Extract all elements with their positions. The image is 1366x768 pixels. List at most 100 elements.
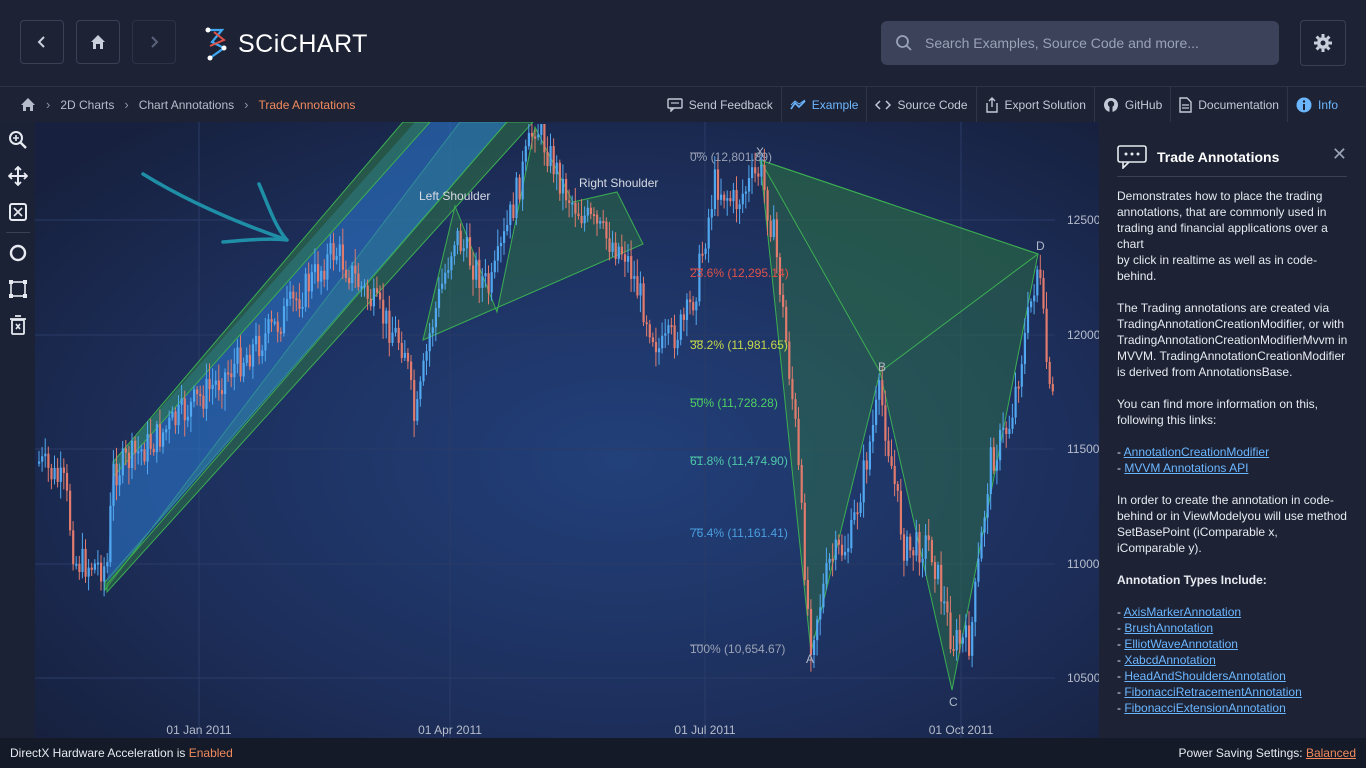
- right-shoulder-label: Right Shoulder: [579, 176, 658, 190]
- annotation-types-heading: Annotation Types Include:: [1117, 573, 1267, 587]
- delete-annotations-button[interactable]: [0, 307, 35, 343]
- fib-level-label: 38.2% (11,981.65): [690, 338, 788, 352]
- annotation-type-link[interactable]: AxisMarkerAnnotation: [1124, 605, 1241, 619]
- left-shoulder-label: Left Shoulder: [419, 189, 490, 203]
- info-panel-title: Trade Annotations: [1157, 149, 1280, 165]
- y-axis-tick-label: 12000: [1067, 328, 1099, 342]
- candlestick: [800, 459, 803, 510]
- annotation-type-link[interactable]: BrushAnnotation: [1124, 621, 1213, 635]
- search-input[interactable]: [923, 34, 1257, 52]
- zoom-tool-button[interactable]: [0, 122, 35, 158]
- chart-surface[interactable]: 0% (12,801.89)23.6% (12,295.14)38.2% (11…: [35, 121, 1101, 738]
- annotation-type-link[interactable]: FibonacciRetracementAnnotation: [1124, 685, 1301, 699]
- list-item: - ElliotWaveAnnotation: [1117, 637, 1238, 651]
- description-paragraph: The Trading annotations are created via …: [1117, 301, 1348, 379]
- breadcrumb-separator: ›: [124, 97, 129, 112]
- logo-text: SCiCHART: [238, 29, 368, 58]
- breadcrumb-item-2d-charts[interactable]: 2D Charts: [60, 98, 114, 112]
- chevron-left-icon: [37, 36, 45, 48]
- hardware-acceleration-value: Enabled: [188, 746, 233, 760]
- candlestick: [642, 276, 645, 327]
- search-box[interactable]: [881, 21, 1279, 65]
- annotation-type-link[interactable]: ElliotWaveAnnotation: [1124, 637, 1238, 651]
- annotation-type-link[interactable]: XabcdAnnotation: [1124, 653, 1215, 667]
- home-icon: [91, 35, 105, 49]
- move-icon: [7, 166, 28, 186]
- trash-icon: [9, 315, 26, 335]
- doc-link[interactable]: AnnotationCreationModifier: [1124, 445, 1269, 459]
- info-icon: [1296, 97, 1312, 112]
- chat-bubble-icon: [1117, 145, 1147, 169]
- xabcd-point-a: A: [806, 652, 814, 666]
- annotation-type-link[interactable]: FibonacciExtensionAnnotation: [1124, 701, 1285, 715]
- github-button[interactable]: GitHub: [1093, 87, 1170, 122]
- list-item: - FibonacciExtensionAnnotation: [1117, 701, 1286, 715]
- list-item: - AnnotationCreationModifier: [1117, 445, 1270, 459]
- close-icon[interactable]: ✕: [1332, 144, 1347, 165]
- home-icon[interactable]: [20, 97, 36, 112]
- export-solution-button[interactable]: Export Solution: [975, 87, 1094, 122]
- trade-chart[interactable]: 0% (12,801.89) 23.6% (12,295.14) 38.2% (11…: [35, 121, 1101, 738]
- list-item: - FibonacciRetracementAnnotation: [1117, 685, 1302, 699]
- send-feedback-label: Send Feedback: [688, 97, 773, 112]
- x-axis-tick-label: 01 Apr 2011: [418, 723, 482, 737]
- pan-tool-button[interactable]: [0, 158, 35, 194]
- hardware-acceleration-status: DirectX Hardware Acceleration is Enabled: [10, 746, 233, 760]
- info-button[interactable]: Info: [1286, 87, 1346, 122]
- list-item: - AxisMarkerAnnotation: [1117, 605, 1242, 619]
- fib-level-label: 76.4% (11,161.41): [690, 526, 788, 540]
- fib-level-label: 23.6% (12,295.14): [690, 266, 789, 280]
- y-axis-tick-label: 10500: [1067, 671, 1099, 685]
- list-item: - BrushAnnotation: [1117, 621, 1214, 635]
- documentation-label: Documentation: [1198, 97, 1279, 112]
- search-icon: [896, 35, 912, 51]
- doc-links-list: - AnnotationCreationModifier - MVVM Anno…: [1117, 444, 1349, 476]
- fib-level-label: 100% (10,654.67): [690, 642, 785, 656]
- doc-link[interactable]: MVVM Annotations API: [1124, 461, 1248, 475]
- power-saving-link[interactable]: Balanced: [1306, 746, 1356, 760]
- x-axis-tick-label: 01 Jul 2011: [674, 723, 735, 737]
- fib-level-label: 61.8% (11,474.90): [690, 454, 788, 468]
- scichart-logo-icon: [205, 27, 227, 61]
- selection-icon: [8, 280, 27, 298]
- top-bar: SCiCHART: [0, 0, 1366, 87]
- breadcrumb-separator: ›: [46, 97, 51, 112]
- send-feedback-button[interactable]: Send Feedback: [659, 87, 781, 122]
- candlestick: [518, 174, 521, 203]
- status-bar: DirectX Hardware Acceleration is Enabled…: [0, 738, 1366, 768]
- selection-tool-button[interactable]: [0, 271, 35, 307]
- chart-line-icon: [790, 99, 806, 109]
- documentation-button[interactable]: Documentation: [1170, 87, 1287, 122]
- breadcrumb: › 2D Charts › Chart Annotations › Trade …: [20, 87, 355, 122]
- list-item: - HeadAndShouldersAnnotation: [1117, 669, 1286, 683]
- zoom-in-icon: [8, 131, 27, 149]
- zoom-extents-button[interactable]: [0, 194, 35, 230]
- github-icon: [1103, 97, 1118, 112]
- y-axis-tick-label: 12500: [1067, 213, 1099, 227]
- breadcrumb-separator: ›: [244, 97, 249, 112]
- example-tab[interactable]: Example: [780, 87, 867, 122]
- scichart-logo[interactable]: SCiCHART: [204, 26, 368, 62]
- breadcrumb-current: Trade Annotations: [258, 97, 356, 112]
- power-saving-text: Power Saving Settings:: [1178, 746, 1306, 760]
- description-paragraph: Demonstrates how to place the trading an…: [1117, 189, 1328, 283]
- back-button[interactable]: [20, 20, 64, 64]
- source-code-tab[interactable]: Source Code: [866, 87, 975, 122]
- description-paragraph: In order to create the annotation in cod…: [1117, 493, 1347, 555]
- source-code-label: Source Code: [897, 97, 968, 112]
- list-item: - XabcdAnnotation: [1117, 653, 1216, 667]
- forward-button[interactable]: [132, 20, 176, 64]
- breadcrumb-item-chart-annotations[interactable]: Chart Annotations: [139, 98, 234, 112]
- power-saving-status: Power Saving Settings: Balanced: [1179, 746, 1356, 760]
- settings-button[interactable]: [1300, 20, 1346, 66]
- info-panel-body: Demonstrates how to place the trading an…: [1117, 188, 1349, 716]
- rollover-button[interactable]: [0, 235, 35, 271]
- code-icon: [875, 99, 892, 110]
- annotation-type-link[interactable]: HeadAndShouldersAnnotation: [1124, 669, 1285, 683]
- y-axis-tick-label: 11000: [1067, 557, 1099, 571]
- feedback-icon: [667, 97, 683, 112]
- hardware-acceleration-text: DirectX Hardware Acceleration is: [10, 746, 189, 760]
- home-button[interactable]: [76, 20, 120, 64]
- fib-level-label: 50% (11,728.28): [690, 396, 778, 410]
- toolbar-divider: [5, 232, 30, 233]
